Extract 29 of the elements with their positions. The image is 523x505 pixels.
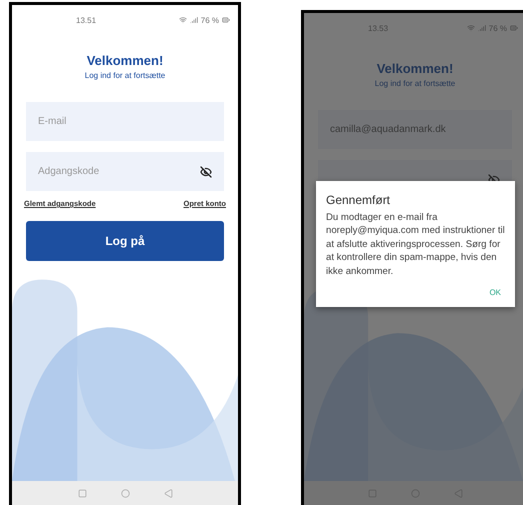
back-icon[interactable] (164, 488, 172, 498)
signal-icon (190, 16, 198, 24)
signal-icon (478, 24, 486, 32)
wifi-icon (466, 24, 475, 32)
recent-apps-icon[interactable] (368, 488, 376, 498)
email-field[interactable]: E-mail (26, 102, 224, 141)
email-field[interactable]: camilla@aquadanmark.dk (318, 110, 512, 149)
back-icon[interactable] (454, 488, 462, 498)
dialog-title: Gennemført (326, 193, 392, 207)
welcome-title: Velkommen! (86, 53, 164, 68)
wifi-icon (178, 16, 187, 24)
battery-icon (222, 16, 230, 24)
welcome-subtitle: Log ind for at fortsætte (84, 71, 166, 80)
home-icon[interactable] (410, 488, 420, 498)
eye-off-icon[interactable] (200, 166, 212, 178)
battery-level: 76 % (200, 16, 219, 24)
home-icon[interactable] (120, 488, 130, 498)
recent-apps-icon[interactable] (78, 488, 86, 498)
password-field[interactable]: Adgangskode (26, 152, 224, 191)
welcome-title: Velkommen! (376, 61, 454, 76)
email-placeholder: E-mail (38, 116, 66, 127)
ok-button[interactable]: OK (485, 286, 505, 300)
status-time: 13.51 (76, 16, 96, 24)
welcome-subtitle: Log ind for at fortsætte (374, 79, 456, 88)
login-button[interactable]: Log på (26, 221, 224, 261)
dialog-message: Du modtager en e-mail fra noreply@myiqua.com med instruktioner til at afslutte aktiveringsprocessen. Sørg for at kontrollere din spam-mappe, hvis den ikke ankommer. (326, 211, 505, 278)
battery-icon (510, 24, 518, 32)
password-placeholder: Adgangskode (38, 166, 100, 177)
email-value: camilla@aquadanmark.dk (330, 124, 446, 135)
